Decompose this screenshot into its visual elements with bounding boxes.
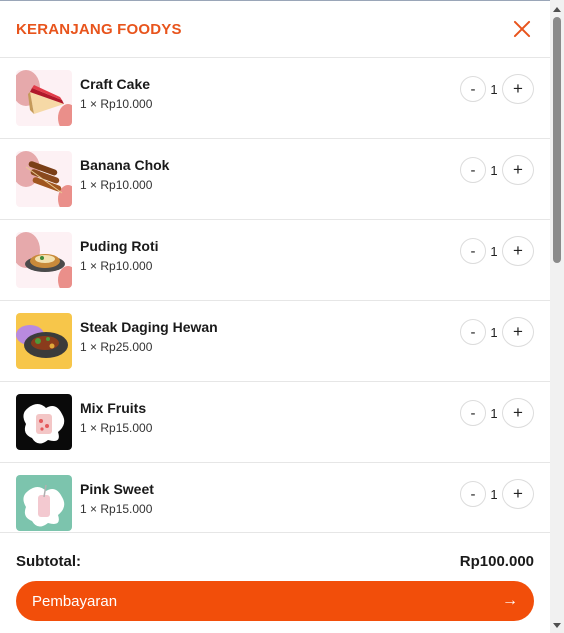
quantity-value: 1 [490, 81, 498, 97]
increase-quantity-button[interactable]: + [502, 398, 534, 428]
decrease-quantity-button[interactable]: - [460, 76, 486, 102]
increase-quantity-button[interactable]: + [502, 236, 534, 266]
cart-item: Craft Cake 1 × Rp10.000 - 1 + [0, 58, 550, 139]
scroll-up-arrow-icon[interactable] [553, 7, 561, 12]
steak-daging-hewan-image [16, 313, 72, 369]
banana-chok-image [16, 151, 72, 207]
cart-item: Mix Fruits 1 × Rp15.000 - 1 + [0, 382, 550, 463]
increase-quantity-button[interactable]: + [502, 317, 534, 347]
quantity-stepper: - 1 + [460, 317, 534, 347]
close-icon[interactable] [512, 19, 532, 39]
cart-header: KERANJANG FOODYS [0, 1, 550, 58]
quantity-stepper: - 1 + [460, 398, 534, 428]
scrollbar[interactable] [550, 0, 564, 633]
subtotal-label: Subtotal: [16, 553, 81, 570]
increase-quantity-button[interactable]: + [502, 479, 534, 509]
cart-item: Banana Chok 1 × Rp10.000 - 1 + [0, 139, 550, 220]
cart-footer: Subtotal: Rp100.000 Pembayaran → [0, 532, 550, 633]
decrease-quantity-button[interactable]: - [460, 481, 486, 507]
quantity-value: 1 [490, 486, 498, 502]
decrease-quantity-button[interactable]: - [460, 157, 486, 183]
quantity-stepper: - 1 + [460, 236, 534, 266]
quantity-value: 1 [490, 162, 498, 178]
puding-roti-image [16, 232, 72, 288]
arrow-right-icon: → [502, 592, 518, 609]
checkout-button-label: Pembayaran [32, 592, 118, 610]
mix-fruits-image [16, 394, 72, 450]
cart-item: Steak Daging Hewan 1 × Rp25.000 - 1 + [0, 301, 550, 382]
scrollbar-thumb[interactable] [553, 17, 561, 263]
decrease-quantity-button[interactable]: - [460, 400, 486, 426]
increase-quantity-button[interactable]: + [502, 74, 534, 104]
pink-sweet-image [16, 475, 72, 531]
cart-item: Pink Sweet 1 × Rp15.000 - 1 + [0, 463, 550, 532]
quantity-stepper: - 1 + [460, 155, 534, 185]
cart-item-list[interactable]: Craft Cake 1 × Rp10.000 - 1 + Banana Cho… [0, 58, 550, 532]
decrease-quantity-button[interactable]: - [460, 319, 486, 345]
craft-cake-image [16, 70, 72, 126]
quantity-stepper: - 1 + [460, 74, 534, 104]
checkout-button[interactable]: Pembayaran → [16, 581, 534, 621]
quantity-value: 1 [490, 243, 498, 259]
cart-item: Puding Roti 1 × Rp10.000 - 1 + [0, 220, 550, 301]
cart-title: KERANJANG FOODYS [16, 20, 182, 38]
cart-drawer: KERANJANG FOODYS Craft Cake 1 × Rp10.000 [0, 0, 550, 633]
subtotal-row: Subtotal: Rp100.000 [16, 553, 534, 570]
quantity-value: 1 [490, 405, 498, 421]
quantity-stepper: - 1 + [460, 479, 534, 509]
increase-quantity-button[interactable]: + [502, 155, 534, 185]
scroll-down-arrow-icon[interactable] [553, 623, 561, 628]
quantity-value: 1 [490, 324, 498, 340]
decrease-quantity-button[interactable]: - [460, 238, 486, 264]
subtotal-value: Rp100.000 [459, 553, 534, 570]
